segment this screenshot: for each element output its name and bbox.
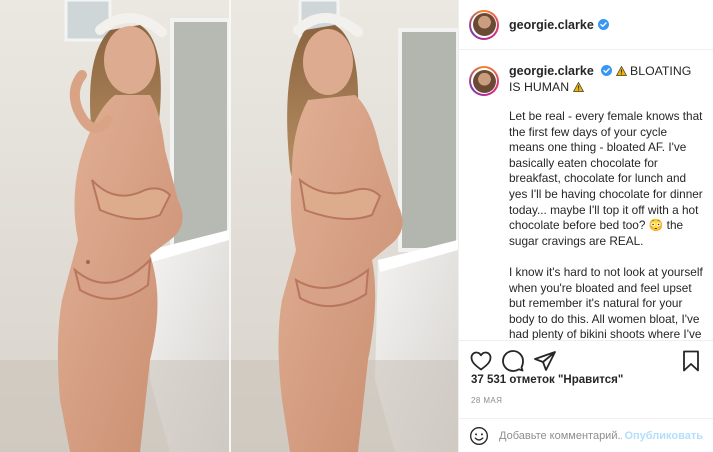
verified-badge-icon (597, 19, 609, 30)
caption-avatar[interactable] (469, 66, 499, 96)
post-photo-collage (0, 0, 458, 452)
warning-icon (572, 81, 584, 92)
post-date[interactable]: 28 МАЯ (471, 396, 502, 405)
likes-count[interactable]: 37 531 отметок "Нравится" (471, 374, 623, 386)
post-side-panel: georgie.clarke georgie.clarke BLOATING I… (458, 0, 713, 452)
emoji-icon[interactable] (469, 426, 489, 446)
photo-left (0, 0, 231, 452)
comment-input[interactable] (497, 428, 625, 443)
caption-text: Let be real - every female knows that th… (509, 109, 703, 340)
caption-username-link[interactable]: georgie.clarke (509, 64, 594, 78)
comment-icon[interactable] (501, 349, 525, 373)
caption: georgie.clarke BLOATING IS HUMAN Let be … (509, 64, 703, 340)
instagram-post: georgie.clarke georgie.clarke BLOATING I… (0, 0, 713, 452)
heart-icon[interactable] (469, 349, 493, 373)
avatar[interactable] (469, 9, 499, 40)
caption-area: georgie.clarke BLOATING IS HUMAN Let be … (459, 50, 713, 340)
share-icon[interactable] (533, 349, 557, 373)
verified-badge-icon (601, 65, 613, 76)
publish-button[interactable]: Опубликовать (624, 430, 703, 442)
post-header: georgie.clarke (459, 0, 713, 50)
post-media[interactable] (0, 0, 458, 452)
warning-icon (615, 66, 627, 76)
comment-bar: Опубликовать (459, 418, 713, 452)
photo-right (231, 0, 458, 452)
bookmark-icon[interactable] (679, 349, 703, 373)
username-link[interactable]: georgie.clarke (509, 18, 594, 32)
